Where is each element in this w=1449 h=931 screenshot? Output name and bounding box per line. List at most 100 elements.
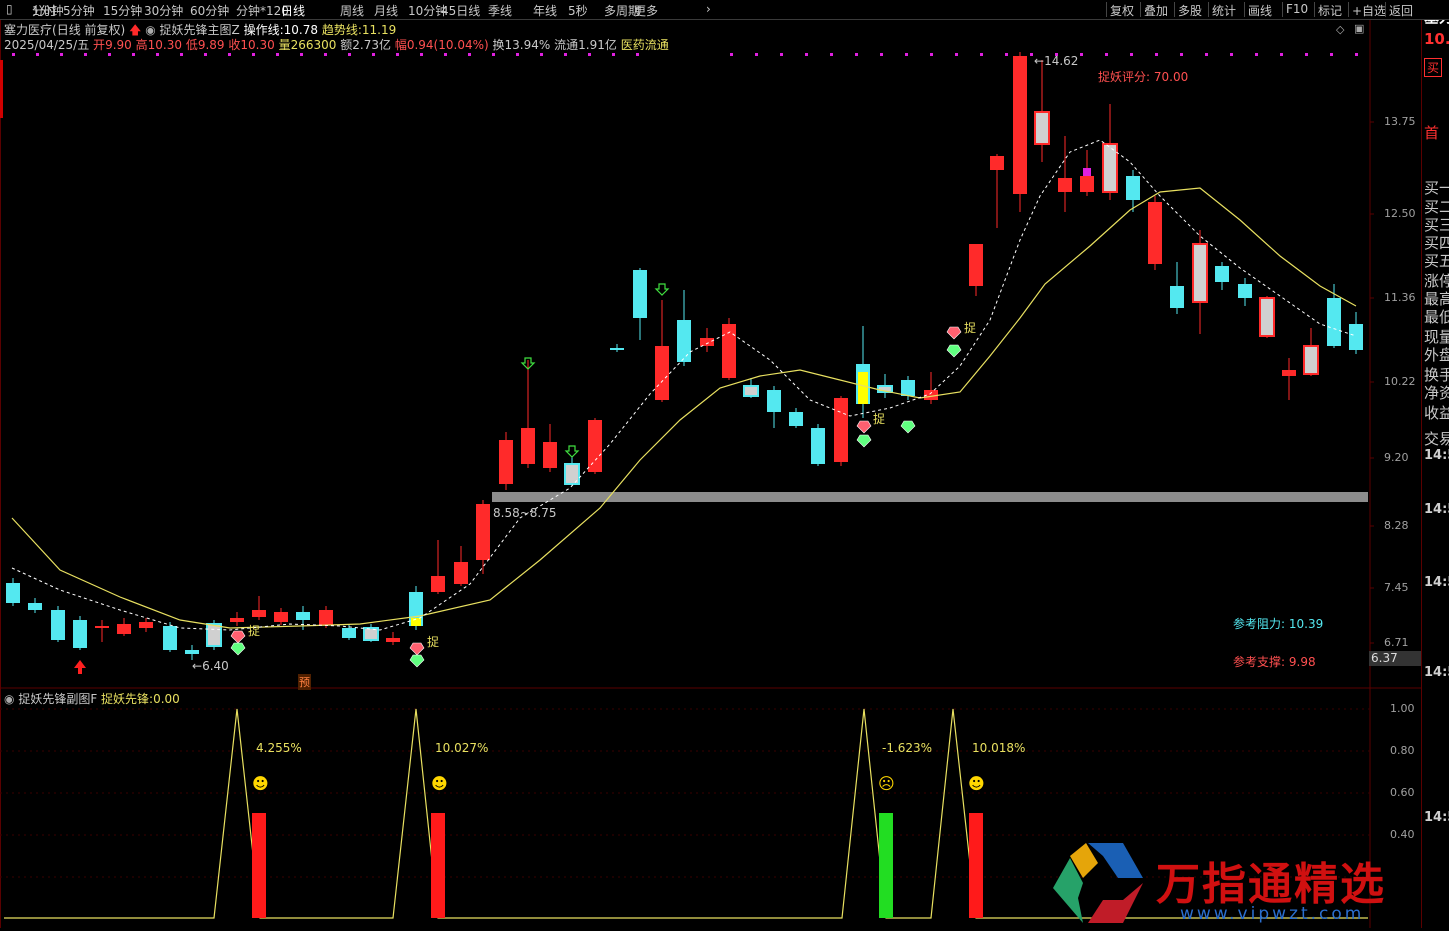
green-down-arrow-icon: [654, 283, 670, 296]
signal-text: 捉: [248, 624, 261, 638]
candle-body: [386, 638, 400, 642]
candle-body: [206, 623, 222, 647]
top-dot-marker: [540, 53, 543, 56]
top-dot-marker: [1305, 53, 1308, 56]
green-gem-icon: [900, 420, 916, 434]
candle-body: [139, 622, 153, 628]
side-panel-item: 14:5: [1424, 502, 1449, 517]
side-panel-item[interactable]: 买: [1424, 58, 1443, 77]
side-panel-item[interactable]: 首: [1424, 122, 1439, 143]
candle-body: [901, 380, 915, 396]
side-panel-item[interactable]: 塞力: [1424, 20, 1449, 27]
candle-body: [700, 338, 714, 346]
low-price-value: 6.40: [202, 659, 229, 673]
peak-change-label: 10.018%: [972, 741, 1026, 755]
top-dot-marker: [1105, 53, 1108, 56]
price-tick-label: 9.20: [1384, 451, 1409, 464]
red-gem-icon: [409, 642, 425, 656]
side-panel-item: 收益: [1424, 404, 1449, 422]
top-dot-marker: [468, 53, 471, 56]
top-dot-marker: [1030, 53, 1033, 56]
kline-chart[interactable]: [0, 0, 1421, 928]
red-gem-icon: [230, 630, 246, 644]
top-dot-marker: [252, 53, 255, 56]
top-dot-marker: [755, 53, 758, 56]
top-dot-marker: [276, 53, 279, 56]
side-panel-item: 14:5: [1424, 575, 1449, 590]
candle-body: [610, 348, 624, 350]
green-gem-icon: [856, 434, 872, 448]
candle-body: [499, 440, 513, 484]
sub-chart-header: ◉ 捉妖先锋副图F 捉妖先锋:0.00: [4, 690, 180, 706]
candle-body: [789, 412, 803, 426]
top-dot-marker: [855, 53, 858, 56]
candle-body: [633, 270, 647, 318]
current-price-tag: 6.37: [1369, 651, 1421, 666]
support-label: 参考支撑: 9.98: [1233, 653, 1316, 670]
peak-arrow-icon: ←: [1034, 54, 1045, 68]
sad-face-icon: ☹: [878, 774, 895, 793]
candle-body: [1238, 284, 1252, 298]
candle-body: [363, 627, 379, 641]
signal-text: 捉: [427, 635, 440, 649]
support-text: 参考支撑:: [1233, 655, 1286, 669]
candle-body: [95, 626, 109, 628]
quote-side-panel: 塞力10.买首买一买二买三买四买五涨停最高最低现量外盘换手净资收益交易14:51…: [1421, 20, 1449, 928]
candle-body: [521, 428, 535, 464]
sub-indicator-name[interactable]: 捉妖先锋副图F: [18, 692, 97, 706]
side-panel-item: 买一: [1424, 179, 1449, 197]
support-zone-label: 8.58~8.75: [493, 506, 557, 520]
red-gem-icon: [946, 326, 962, 340]
top-dot-marker: [564, 53, 567, 56]
candle-body: [767, 390, 781, 412]
support-value: 9.98: [1288, 655, 1316, 669]
top-dot-marker: [1080, 53, 1083, 56]
signal-text: 捉: [873, 412, 886, 426]
side-panel-item: 外盘: [1424, 346, 1449, 364]
pre-signal-badge: 预: [298, 674, 311, 690]
resistance-label: 参考阻力: 10.39: [1233, 615, 1323, 632]
top-dot-marker: [180, 53, 183, 56]
candle-body: [811, 428, 825, 464]
candle-body: [677, 320, 691, 362]
side-panel-item[interactable]: 10.: [1424, 30, 1449, 48]
score-text: 捉妖评分:: [1098, 70, 1151, 84]
peak-change-label: -1.623%: [882, 741, 933, 755]
top-dot-marker: [1155, 53, 1158, 56]
candle-body: [1102, 143, 1118, 193]
top-dot-marker: [612, 53, 615, 56]
top-dot-marker: [1355, 53, 1358, 56]
sub-indicator-toggle-icon[interactable]: ◉: [4, 692, 14, 706]
candle-body: [6, 583, 20, 603]
green-gem-icon: [946, 344, 962, 358]
top-dot-marker: [228, 53, 231, 56]
candle-body: [1126, 176, 1140, 200]
candle-body: [73, 620, 87, 648]
signal-bar: [969, 813, 983, 918]
top-dot-marker: [1330, 53, 1333, 56]
side-panel-item: 14:5: [1424, 810, 1449, 825]
peak-price-value: 14.62: [1044, 54, 1079, 68]
side-panel-item: 14:5: [1424, 665, 1449, 680]
top-dot-marker: [805, 53, 808, 56]
peak-change-label: 10.027%: [435, 741, 489, 755]
side-panel-item: 交易: [1424, 430, 1449, 448]
top-dot-marker: [396, 53, 399, 56]
candle-body: [117, 624, 131, 634]
top-dot-marker: [108, 53, 111, 56]
candle-body: [969, 244, 983, 286]
resistance-value: 10.39: [1288, 617, 1324, 631]
red-up-arrow-icon: [74, 660, 86, 674]
green-gem-icon: [409, 654, 425, 668]
price-tick-label: 7.45: [1384, 581, 1409, 594]
candle-body: [743, 385, 759, 397]
signal-text: 捉: [964, 321, 977, 335]
candle-body: [476, 504, 490, 560]
top-dot-marker: [132, 53, 135, 56]
top-dot-marker: [636, 53, 639, 56]
candle-body: [454, 562, 468, 584]
smile-face-icon: ☻: [252, 774, 269, 793]
top-dot-marker: [780, 53, 783, 56]
top-dot-marker: [588, 53, 591, 56]
candle-body: [185, 650, 199, 654]
